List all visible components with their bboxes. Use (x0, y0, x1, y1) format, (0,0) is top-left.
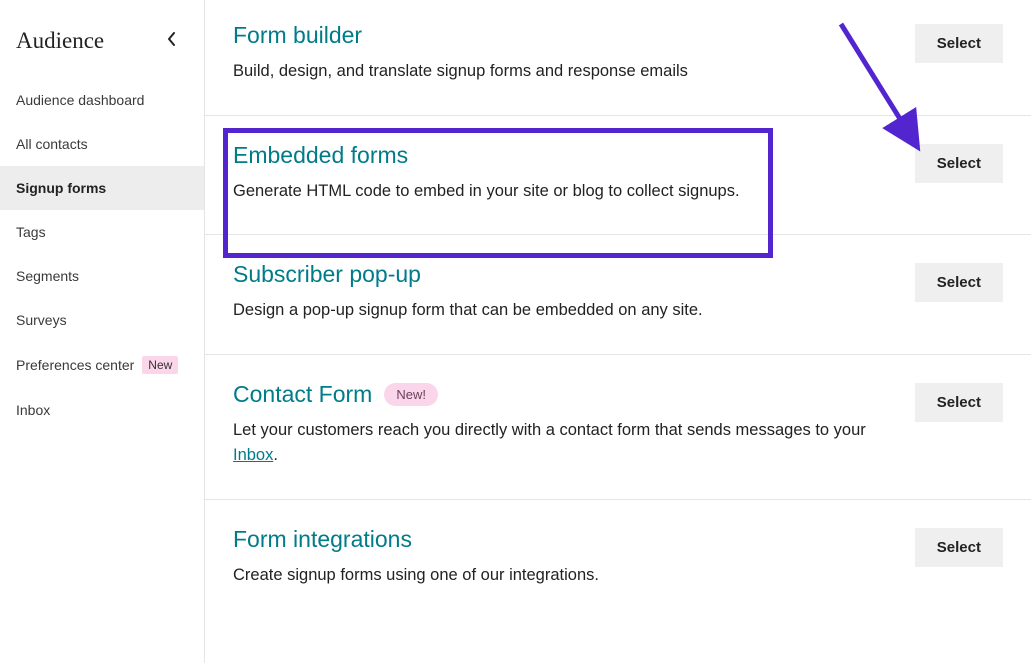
sidebar-title: Audience (16, 28, 104, 54)
sidebar-item-label: Inbox (16, 402, 50, 418)
card-desc: Design a pop-up signup form that can be … (233, 298, 703, 324)
card-desc-pre: Let your customers reach you directly wi… (233, 421, 866, 439)
card-title-text: Contact Form (233, 381, 372, 408)
sidebar: Audience Audience dashboard All contacts… (0, 0, 205, 663)
card-body: Form integrations Create signup forms us… (233, 526, 599, 589)
app-root: Audience Audience dashboard All contacts… (0, 0, 1031, 663)
form-card-embedded-forms: Embedded forms Generate HTML code to emb… (205, 116, 1031, 236)
form-card-contact-form: Contact Form New! Let your customers rea… (205, 355, 1031, 500)
sidebar-collapse-button[interactable] (160, 29, 184, 53)
card-body: Form builder Build, design, and translat… (233, 22, 688, 85)
sidebar-item-label: Audience dashboard (16, 92, 144, 108)
sidebar-item-label: All contacts (16, 136, 88, 152)
select-button-contact-form[interactable]: Select (915, 383, 1003, 422)
sidebar-item-inbox[interactable]: Inbox (0, 388, 204, 432)
inbox-link[interactable]: Inbox (233, 446, 273, 464)
sidebar-item-label: Signup forms (16, 180, 106, 196)
select-button-embedded-forms[interactable]: Select (915, 144, 1003, 183)
card-desc: Let your customers reach you directly wi… (233, 418, 873, 469)
card-body: Contact Form New! Let your customers rea… (233, 381, 873, 469)
form-card-subscriber-popup: Subscriber pop-up Design a pop-up signup… (205, 235, 1031, 355)
sidebar-item-audience-dashboard[interactable]: Audience dashboard (0, 78, 204, 122)
sidebar-item-all-contacts[interactable]: All contacts (0, 122, 204, 166)
sidebar-item-label: Surveys (16, 312, 67, 328)
card-title: Form integrations (233, 526, 599, 553)
card-desc-post: . (273, 446, 278, 464)
sidebar-header: Audience (0, 28, 204, 78)
chevron-left-icon (167, 32, 177, 51)
sidebar-item-label: Segments (16, 268, 79, 284)
card-title-text: Form integrations (233, 526, 412, 553)
sidebar-item-label: Preferences center (16, 357, 134, 373)
new-badge: New! (384, 383, 438, 406)
sidebar-item-segments[interactable]: Segments (0, 254, 204, 298)
sidebar-item-signup-forms[interactable]: Signup forms (0, 166, 204, 210)
card-title: Form builder (233, 22, 688, 49)
select-button-form-builder[interactable]: Select (915, 24, 1003, 63)
sidebar-item-preferences-center[interactable]: Preferences center New (0, 342, 204, 388)
card-body: Subscriber pop-up Design a pop-up signup… (233, 261, 703, 324)
card-title-text: Subscriber pop-up (233, 261, 421, 288)
card-title: Embedded forms (233, 142, 740, 169)
select-button-subscriber-popup[interactable]: Select (915, 263, 1003, 302)
card-title: Contact Form New! (233, 381, 873, 408)
sidebar-item-tags[interactable]: Tags (0, 210, 204, 254)
sidebar-item-surveys[interactable]: Surveys (0, 298, 204, 342)
sidebar-item-label: Tags (16, 224, 46, 240)
card-body: Embedded forms Generate HTML code to emb… (233, 142, 740, 205)
card-title-text: Embedded forms (233, 142, 408, 169)
card-desc: Create signup forms using one of our int… (233, 563, 599, 589)
card-title-text: Form builder (233, 22, 362, 49)
card-desc: Generate HTML code to embed in your site… (233, 179, 740, 205)
card-desc: Build, design, and translate signup form… (233, 59, 688, 85)
new-badge: New (142, 356, 178, 374)
select-button-form-integrations[interactable]: Select (915, 528, 1003, 567)
form-card-form-integrations: Form integrations Create signup forms us… (205, 500, 1031, 619)
sidebar-nav: Audience dashboard All contacts Signup f… (0, 78, 204, 432)
form-card-form-builder: Form builder Build, design, and translat… (205, 0, 1031, 116)
card-title: Subscriber pop-up (233, 261, 703, 288)
main-content: Form builder Build, design, and translat… (205, 0, 1031, 663)
